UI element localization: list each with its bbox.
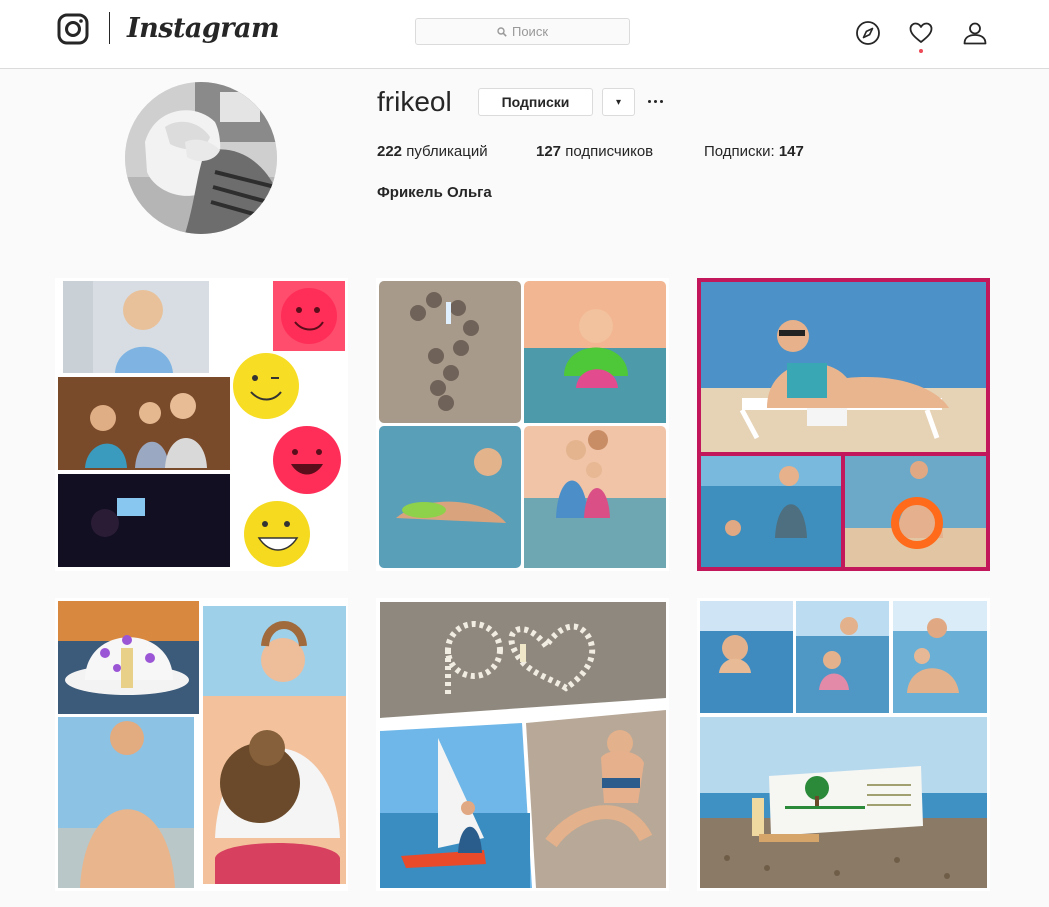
followers-count-label: подписчиков <box>561 143 654 160</box>
posts-count-value: 222 <box>377 143 403 160</box>
notification-dot <box>919 49 923 53</box>
search-placeholder: Поиск <box>511 24 549 39</box>
post-thumbnail[interactable] <box>376 598 669 891</box>
profile-username: frikeol <box>377 86 452 117</box>
post-thumbnail[interactable] <box>55 598 348 891</box>
instagram-wordmark[interactable]: Instagram <box>127 13 280 44</box>
search-input[interactable]: Поиск <box>415 18 630 45</box>
following-count[interactable]: Подписки: 147 <box>704 143 804 160</box>
user-icon[interactable] <box>962 20 988 46</box>
posts-count-label: публикаций <box>402 143 488 160</box>
logo-divider <box>109 12 110 44</box>
post-thumbnail[interactable] <box>697 598 990 891</box>
search-icon <box>497 26 507 37</box>
following-count-label: Подписки: <box>704 143 779 160</box>
profile-full-name: Фрикель Ольга <box>377 184 492 201</box>
suggestions-dropdown-button[interactable]: ▾ <box>602 88 635 116</box>
following-count-value: 147 <box>778 143 804 160</box>
post-thumbnail[interactable] <box>55 278 348 571</box>
ellipsis-icon[interactable] <box>645 93 665 109</box>
profile-avatar[interactable] <box>125 82 277 234</box>
compass-icon[interactable] <box>855 20 881 46</box>
posts-count: 222 публикаций <box>377 143 488 160</box>
top-navigation-bar: Instagram Поиск <box>0 0 1049 69</box>
post-thumbnail[interactable] <box>697 278 990 571</box>
heart-icon[interactable] <box>908 20 934 46</box>
followers-count-value: 127 <box>536 143 562 160</box>
following-button[interactable]: Подписки <box>478 88 593 116</box>
post-thumbnail[interactable] <box>376 278 669 571</box>
chevron-down-icon: ▾ <box>615 96 622 108</box>
instagram-glyph-icon[interactable] <box>57 13 89 45</box>
followers-count[interactable]: 127 подписчиков <box>536 143 653 160</box>
